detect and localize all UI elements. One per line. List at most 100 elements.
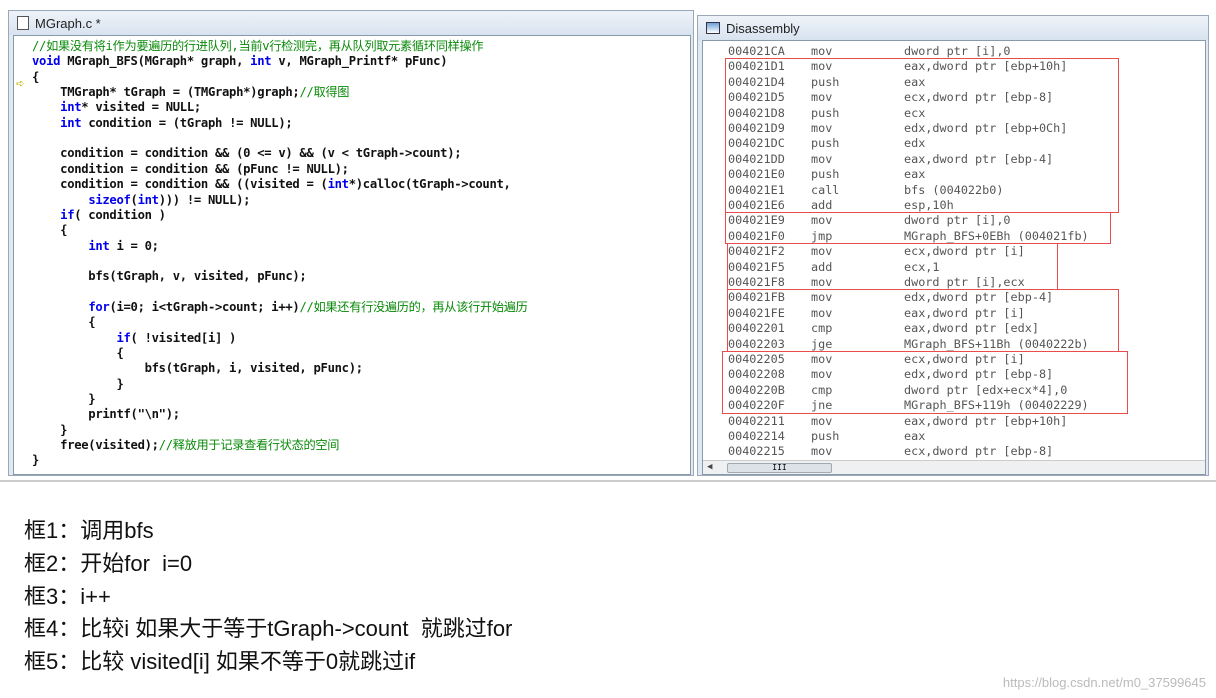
editor-title-bar[interactable]: MGraph.c *	[9, 11, 693, 35]
code-text: v, MGraph_Printf* pFunc)	[271, 54, 448, 69]
code-text: {	[32, 69, 40, 84]
code-text: ( condition )	[74, 207, 166, 222]
code-line: condition = condition && (0 <= v) && (v …	[32, 146, 461, 161]
code-text: }	[32, 453, 40, 468]
operands: ecx,dword ptr [ebp-8]	[904, 444, 1054, 459]
keyword: int	[327, 177, 349, 192]
file-icon	[17, 16, 29, 30]
watermark: https://blog.csdn.net/m0_37599645	[1002, 675, 1206, 690]
keyword: int	[60, 100, 82, 115]
mnemonic: mov	[811, 444, 833, 459]
note-line: 框5：比较 visited[i] 如果不等于0就跳过if	[24, 649, 416, 675]
code-text: ))) != NULL);	[158, 192, 251, 207]
code-line: sizeof(int))) != NULL);	[32, 193, 250, 208]
scrollbar-thumb[interactable]: III	[727, 463, 832, 473]
note-line: 框3：i++	[24, 583, 111, 609]
address: 00402211	[728, 413, 785, 428]
code-text: (	[130, 192, 138, 207]
keyword: for	[88, 299, 110, 314]
code-line: condition = condition && (pFunc != NULL)…	[32, 162, 349, 177]
horizontal-scrollbar[interactable]: ◀ III	[703, 460, 1205, 474]
code-pane[interactable]: ➪ //如果没有将i作为要遍历的行进队列,当前v行检测完，再从队列取元素循环同样…	[13, 35, 691, 475]
code-text: (i=0; i<tGraph->count; i++)	[109, 299, 300, 314]
code-text: bfs(tGraph, v, visited, pFunc);	[32, 269, 307, 284]
code-line: }	[32, 376, 124, 392]
highlight-box-5	[722, 351, 1128, 414]
keyword: sizeof	[88, 192, 131, 207]
note-line: 框4：比较i 如果大于等于tGraph->count 就跳过for	[24, 616, 513, 642]
address: 00402214	[728, 429, 785, 443]
code-line: TMGraph* tGraph = (TMGraph*)graph;//取得图	[32, 85, 349, 100]
code-text: *)calloc(tGraph->count,	[348, 177, 511, 192]
code-line: for(i=0; i<tGraph->count; i++)//如果还有行没遍历…	[32, 300, 528, 315]
address: 00402215	[728, 444, 785, 459]
mnemonic: mov	[811, 44, 833, 58]
code-text: TMGraph* tGraph = (TMGraph*)graph;	[32, 85, 300, 100]
code-text: condition = condition && (pFunc != NULL)…	[32, 161, 349, 176]
disassembly-title-bar[interactable]: Disassembly	[698, 16, 1208, 40]
code-text: condition = condition && ((visited = (	[32, 177, 328, 192]
address: 004021CA	[728, 44, 785, 58]
code-line: int* visited = NULL;	[32, 100, 201, 115]
mnemonic: mov	[811, 413, 833, 428]
keyword: int	[88, 238, 110, 253]
operands: dword ptr [i],0	[904, 44, 1011, 58]
code-line: condition = condition && ((visited = (in…	[32, 177, 511, 192]
keyword: void	[32, 54, 61, 69]
code-line: }	[32, 423, 67, 438]
code-text: }	[32, 392, 96, 407]
keyword: if	[116, 330, 131, 345]
source-editor-window: MGraph.c * ➪ //如果没有将i作为要遍历的行进队列,当前v行检测完，…	[8, 10, 694, 476]
operands: eax	[904, 429, 926, 443]
code-text: i = 0;	[109, 238, 159, 253]
code-line: void MGraph_BFS(MGraph* graph, int v, MG…	[32, 54, 448, 69]
code-line: {	[32, 70, 39, 85]
highlight-box-2	[725, 212, 1111, 245]
code-line: if( !visited[i] )	[32, 331, 236, 346]
code-line: free(visited);//释放用于记录查看行状态的空间	[32, 438, 339, 453]
editor-title: MGraph.c *	[35, 15, 101, 31]
highlight-box-3	[727, 243, 1058, 291]
code-line: }	[32, 392, 95, 407]
code-line: if( condition )	[32, 208, 166, 223]
code-line: printf("\n");	[32, 407, 180, 422]
disassembly-window: Disassembly ◀ III 004021CA mov dword ptr [i…	[697, 15, 1209, 476]
code-line: bfs(tGraph, v, visited, pFunc);	[32, 269, 306, 284]
code-text: condition = (tGraph != NULL);	[81, 115, 293, 130]
keyword: int	[60, 115, 82, 130]
scroll-left-icon[interactable]: ◀	[707, 462, 712, 472]
disassembly-pane[interactable]: ◀ III 004021CA mov dword ptr [i],0 004021D1 m…	[702, 40, 1206, 475]
comment: //取得图	[299, 85, 350, 100]
disassembly-title: Disassembly	[726, 20, 800, 36]
code-line: {	[32, 223, 67, 238]
code-text: printf("\n");	[32, 407, 180, 422]
highlight-box-4	[727, 289, 1119, 352]
disassembly-icon	[706, 22, 720, 34]
current-line-arrow-icon: ➪	[16, 76, 25, 92]
code-line: }	[32, 453, 39, 468]
note-line: 框1：调用bfs	[24, 518, 154, 543]
comment: //释放用于记录查看行状态的空间	[158, 438, 340, 453]
code-text: * visited = NULL;	[81, 100, 201, 115]
keyword: if	[60, 207, 75, 222]
code-text: {	[32, 315, 96, 330]
code-text: free(visited);	[32, 438, 159, 453]
comment: //如果没有将i作为要遍历的行进队列,当前v行检测完，再从队列取元素循环同样操作	[32, 39, 484, 53]
code-line: //如果没有将i作为要遍历的行进队列,当前v行检测完，再从队列取元素循环同样操作	[32, 39, 484, 54]
code-text: bfs(tGraph, i, visited, pFunc);	[32, 361, 363, 376]
code-text: ( !visited[i] )	[130, 330, 237, 345]
code-line: int condition = (tGraph != NULL);	[32, 115, 293, 131]
highlight-box-1	[725, 58, 1119, 214]
mnemonic: push	[811, 429, 840, 443]
code-line: int i = 0;	[32, 239, 159, 254]
code-text: condition = condition && (0 <= v) && (v …	[32, 146, 462, 161]
divider	[0, 480, 1216, 482]
keyword: int	[250, 54, 272, 69]
code-text: }	[32, 376, 124, 391]
